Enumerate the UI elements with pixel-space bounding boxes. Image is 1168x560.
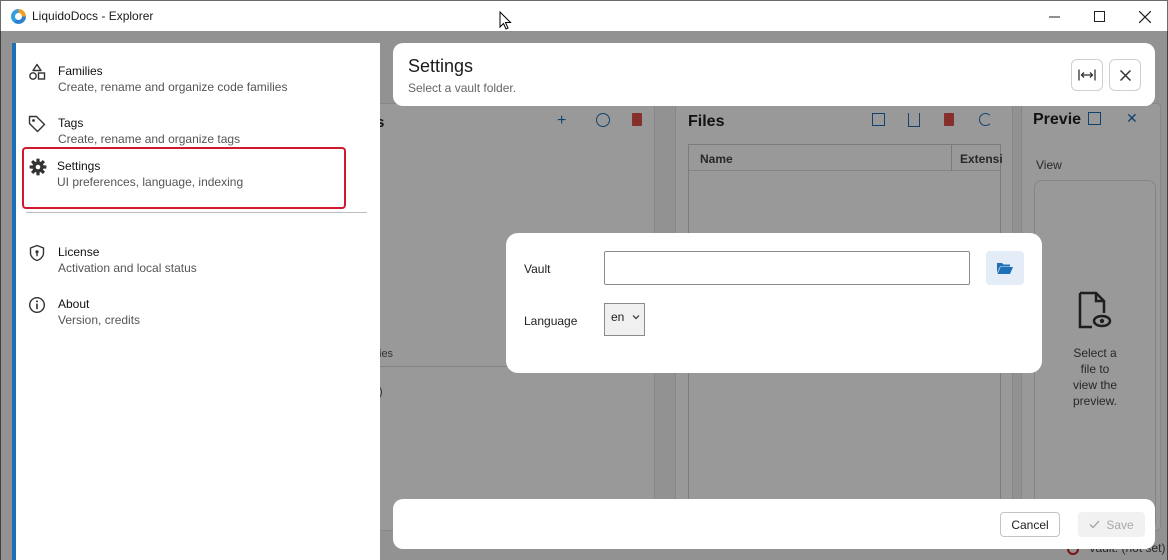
expand-horizontal-icon — [1078, 69, 1096, 81]
nav-item-subtitle: Activation and local status — [58, 261, 197, 275]
nav-item-subtitle: Version, credits — [58, 313, 141, 327]
checkmark-icon — [1089, 520, 1100, 529]
nav-item-title: Tags — [58, 116, 84, 130]
nav-item-title: Families — [58, 64, 103, 78]
nav-item-license[interactable]: License Activation and local status — [20, 232, 360, 284]
minimize-button[interactable] — [1031, 1, 1077, 32]
browse-folder-button[interactable] — [986, 251, 1024, 285]
settings-title: Settings — [408, 56, 474, 76]
settings-subtitle: Select a vault folder. — [408, 81, 517, 95]
shapes-icon — [29, 63, 46, 80]
nav-item-subtitle: Create, rename and organize code familie… — [58, 80, 288, 94]
nav-item-title: License — [58, 245, 100, 259]
shield-icon — [29, 244, 45, 262]
window-title: LiquidoDocs - Explorer — [32, 9, 154, 23]
gear-icon — [29, 158, 47, 176]
nav-item-title: About — [58, 297, 90, 311]
maximize-button[interactable] — [1076, 1, 1122, 32]
save-button[interactable]: Save — [1078, 512, 1145, 537]
vault-path-input[interactable] — [604, 251, 970, 285]
app-logo-icon — [11, 9, 26, 24]
cancel-button[interactable]: Cancel — [1000, 512, 1060, 537]
nav-item-title: Settings — [57, 159, 101, 173]
mouse-cursor-icon — [499, 11, 512, 30]
navigation-drawer: Families Create, rename and organize cod… — [12, 43, 380, 560]
tag-icon — [28, 115, 46, 133]
info-icon — [28, 296, 46, 314]
maximize-icon — [1093, 11, 1105, 22]
drawer-divider — [26, 212, 367, 213]
nav-item-about[interactable]: About Version, credits — [20, 284, 360, 336]
minimize-icon — [1048, 16, 1060, 18]
close-settings-button[interactable] — [1109, 59, 1141, 91]
nav-item-subtitle: Create, rename and organize tags — [58, 132, 241, 146]
vault-label: Vault — [524, 262, 551, 276]
save-button-label: Save — [1106, 517, 1134, 532]
close-icon — [1139, 10, 1151, 23]
close-window-button[interactable] — [1122, 1, 1168, 32]
settings-header: Settings Select a vault folder. — [393, 43, 1155, 106]
chevron-down-icon — [632, 315, 640, 320]
title-bar: LiquidoDocs - Explorer — [0, 0, 1168, 31]
nav-item-subtitle: UI preferences, language, indexing — [57, 175, 244, 189]
language-selected-value: en — [611, 310, 625, 324]
close-icon — [1119, 69, 1131, 81]
nav-item-settings[interactable]: Settings UI preferences, language, index… — [22, 147, 346, 209]
language-label: Language — [524, 314, 578, 328]
language-select[interactable]: en — [604, 303, 645, 336]
settings-dialog: Vault Language en — [506, 233, 1042, 373]
settings-footer: Cancel Save — [393, 499, 1155, 549]
folder-open-icon — [997, 263, 1013, 274]
expand-width-button[interactable] — [1071, 59, 1103, 91]
nav-item-families[interactable]: Families Create, rename and organize cod… — [20, 51, 360, 103]
